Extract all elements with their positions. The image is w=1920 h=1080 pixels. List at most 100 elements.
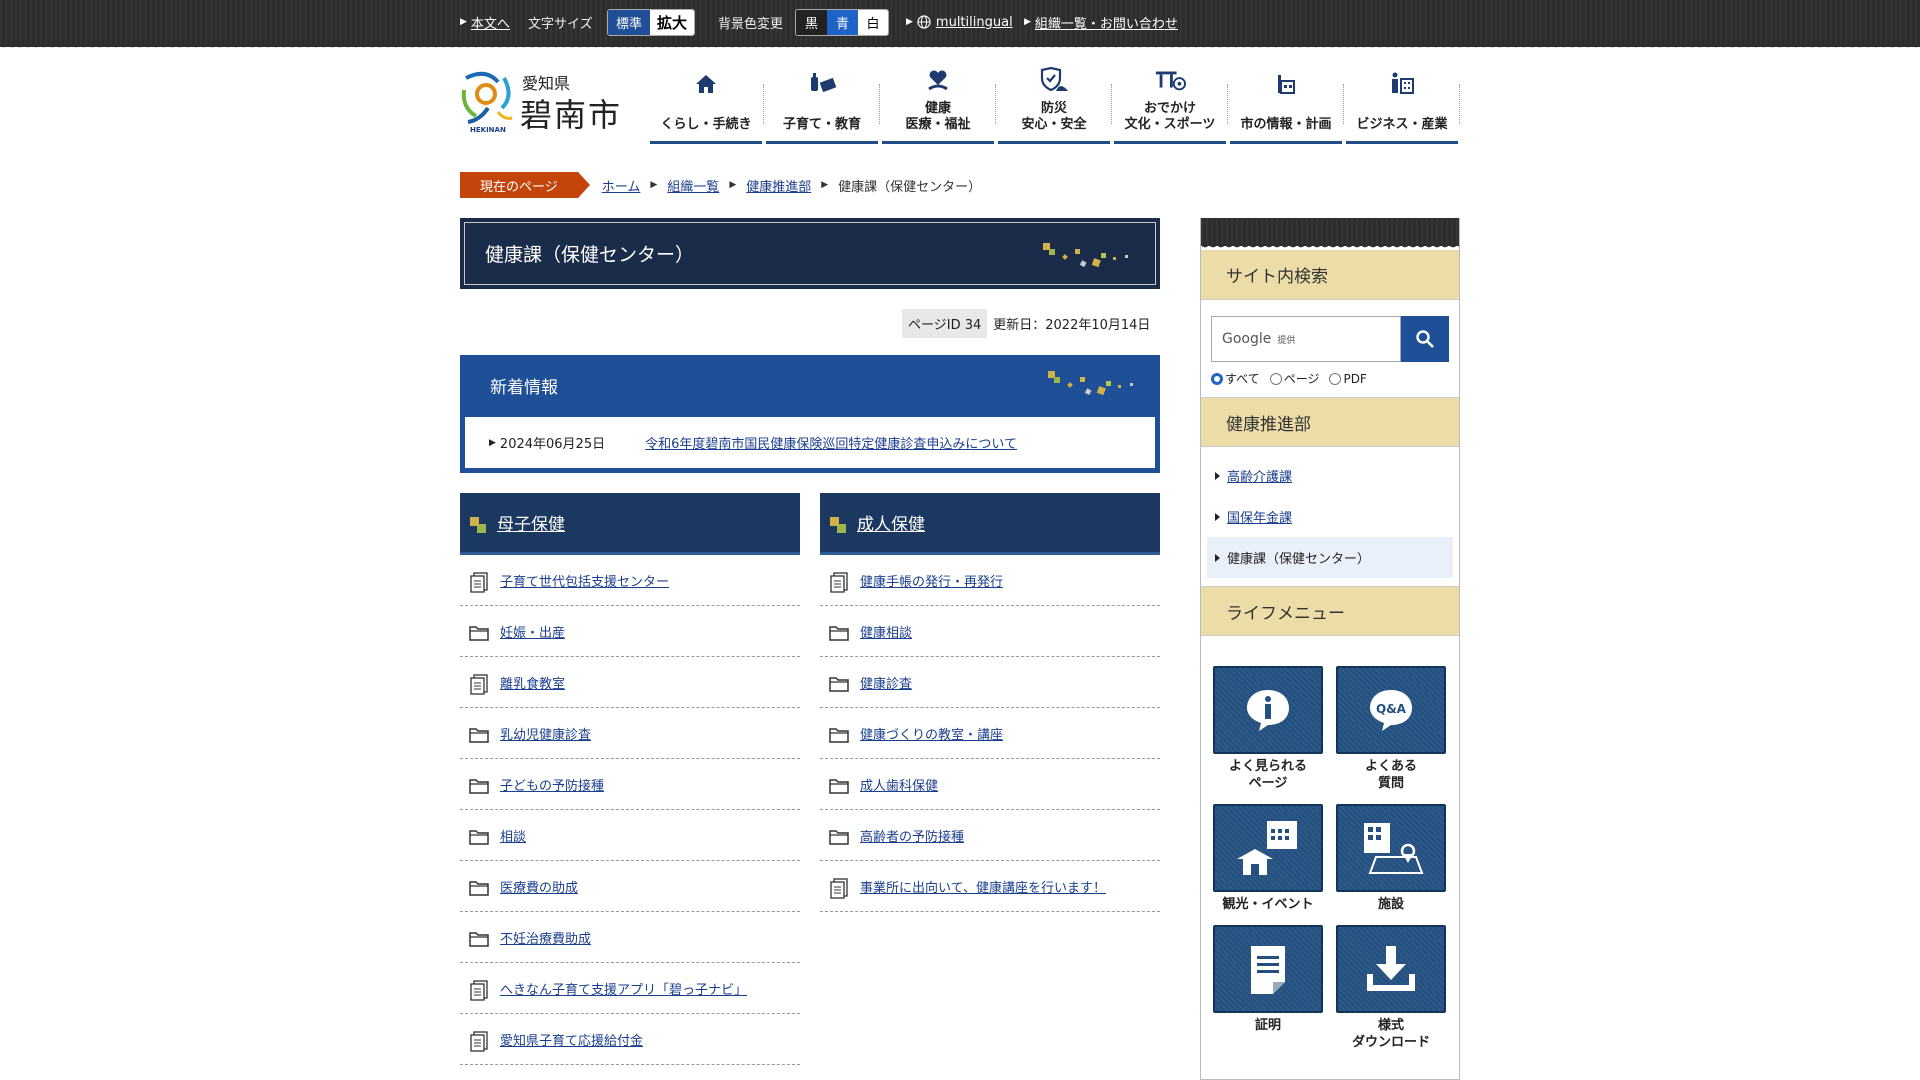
list-item: 不妊治療費助成 bbox=[460, 912, 800, 963]
skip-to-content-link[interactable]: 本文へ bbox=[471, 13, 510, 32]
search-input[interactable]: Google 提供 bbox=[1211, 316, 1401, 362]
list-item-link[interactable]: 子育て世代包括支援センター bbox=[500, 571, 669, 590]
nav-health[interactable]: 健康 医療・福祉 bbox=[882, 68, 996, 144]
page-icon bbox=[470, 1031, 488, 1052]
list-item-link[interactable]: 健康手帳の発行・再発行 bbox=[860, 571, 1003, 590]
news-item: ▶ 2024年06月25日 令和6年度碧南市国民健康保険巡回特定健康診査申込みに… bbox=[465, 417, 1155, 468]
tile-tourism-events[interactable]: 観光・イベント bbox=[1213, 804, 1323, 913]
list-item: 高齢者の予防接種 bbox=[820, 810, 1160, 861]
page-id: ページID 34 bbox=[902, 309, 988, 338]
page-icon bbox=[830, 878, 848, 899]
multilingual-link[interactable]: multilingual bbox=[936, 15, 1013, 30]
search-heading: サイト内検索 bbox=[1201, 250, 1459, 300]
house-icon bbox=[690, 68, 722, 100]
hekinan-emblem-icon bbox=[461, 71, 513, 124]
radio-page[interactable]: ページ bbox=[1269, 370, 1319, 387]
top-utility-bar: ▶ 本文へ 文字サイズ 標準 拡大 背景色変更 黒 青 白 ▶ multilin… bbox=[0, 0, 1920, 50]
folder-icon bbox=[469, 626, 489, 641]
font-size-label: 文字サイズ bbox=[528, 16, 593, 32]
list-item-link[interactable]: 乳幼児健康診査 bbox=[500, 724, 591, 743]
nav-label: 防災 安心・安全 bbox=[1021, 101, 1087, 132]
list-item-link[interactable]: 子どもの予防接種 bbox=[500, 775, 604, 794]
folder-icon bbox=[469, 779, 489, 794]
column-heading-link[interactable]: 母子保健 bbox=[497, 510, 565, 535]
list-item-link[interactable]: 離乳食教室 bbox=[500, 673, 565, 692]
radio-pdf[interactable]: PDF bbox=[1329, 370, 1367, 387]
tile-certificates[interactable]: 証明 bbox=[1213, 925, 1323, 1051]
news-section: 新着情報 ▶ 2024年06月25日 令和6年度碧南市国民健康保険巡回特定健康診… bbox=[460, 355, 1160, 473]
list-item: 子どもの予防接種 bbox=[460, 759, 800, 810]
bg-color-label: 背景色変更 bbox=[718, 16, 784, 32]
font-standard-button[interactable]: 標準 bbox=[608, 9, 650, 35]
folder-icon bbox=[469, 881, 489, 896]
list-item-link[interactable]: 相談 bbox=[500, 826, 526, 845]
list-item: 医療費の助成 bbox=[460, 861, 800, 912]
bottle-book-icon bbox=[806, 68, 838, 100]
list-item-link[interactable]: 愛知県子育て応援給付金 bbox=[500, 1030, 643, 1049]
list-item: 事業所に出向いて、健康講座を行います！ bbox=[820, 861, 1160, 912]
dept-item[interactable]: 国保年金課 bbox=[1207, 496, 1453, 537]
nav-living[interactable]: くらし・手続き bbox=[650, 68, 764, 144]
tile-faq[interactable]: Q&A よくある 質問 bbox=[1336, 666, 1446, 792]
list-item-link[interactable]: 事業所に出向いて、健康講座を行います！ bbox=[860, 877, 1106, 896]
breadcrumb-home[interactable]: ホーム bbox=[602, 176, 641, 195]
dept-item[interactable]: 高齢介護課 bbox=[1207, 455, 1453, 496]
list-item-link[interactable]: 高齢者の予防接種 bbox=[860, 826, 964, 845]
list-item-link[interactable]: 健康診査 bbox=[860, 673, 912, 692]
list-item-link[interactable]: 健康づくりの教室・講座 bbox=[860, 724, 1003, 743]
svg-text:Q&A: Q&A bbox=[1376, 702, 1407, 716]
news-link[interactable]: 令和6年度碧南市国民健康保険巡回特定健康診査申込みについて bbox=[645, 433, 1017, 452]
bg-white-button[interactable]: 白 bbox=[858, 9, 888, 35]
breadcrumb-dept[interactable]: 健康推進部 bbox=[746, 176, 811, 195]
list-item: 成人歯科保健 bbox=[820, 759, 1160, 810]
updated-date: 更新日：2022年10月14日 bbox=[993, 318, 1151, 333]
dept-nav: 高齢介護課 国保年金課 健康課（保健センター） bbox=[1201, 447, 1459, 586]
tile-facilities[interactable]: 施設 bbox=[1336, 804, 1446, 913]
dept-item-current: 健康課（保健センター） bbox=[1207, 537, 1453, 578]
life-menu-grid: よく見られる ページ Q&A よくある 質問 観光・イベント 施設 証明 様式 … bbox=[1201, 636, 1459, 1051]
column-heading-link[interactable]: 成人保健 bbox=[857, 510, 925, 535]
list-item-link[interactable]: 不妊治療費助成 bbox=[500, 928, 591, 947]
tile-popular-pages[interactable]: よく見られる ページ bbox=[1213, 666, 1323, 792]
city-logo[interactable]: HEKINAN 愛知県 碧南市 bbox=[458, 68, 628, 136]
facility-map-icon bbox=[1364, 823, 1424, 874]
logo-roman: HEKINAN bbox=[470, 126, 506, 134]
nav-label: ビジネス・産業 bbox=[1356, 117, 1448, 132]
list-item: 乳幼児健康診査 bbox=[460, 708, 800, 759]
maternal-child-health-column: 母子保健 子育て世代包括支援センター 妊娠・出産離乳食教室乳幼児健康診査 子どもの予… bbox=[460, 493, 800, 1065]
list-item-link[interactable]: 妊娠・出産 bbox=[500, 622, 565, 641]
breadcrumb-current-label: 現在のページ bbox=[460, 172, 590, 198]
info-icon bbox=[1247, 690, 1289, 731]
list-item: 離乳食教室 bbox=[460, 657, 800, 708]
contact-link[interactable]: 組織一覧・お問い合わせ bbox=[1035, 13, 1178, 32]
folder-icon bbox=[469, 830, 489, 845]
nav-safety[interactable]: 防災 安心・安全 bbox=[998, 67, 1112, 144]
list-item-link[interactable]: 成人歯科保健 bbox=[860, 775, 938, 794]
list-item-link[interactable]: 医療費の助成 bbox=[500, 877, 578, 896]
font-large-button[interactable]: 拡大 bbox=[650, 9, 694, 35]
bg-black-button[interactable]: 黒 bbox=[796, 9, 827, 35]
nav-outing[interactable]: おでかけ 文化・スポーツ bbox=[1114, 68, 1228, 144]
list-item: 健康手帳の発行・再発行 bbox=[820, 555, 1160, 606]
nav-city-info[interactable]: 市の情報・計画 bbox=[1230, 68, 1344, 144]
nav-business[interactable]: ビジネス・産業 bbox=[1346, 68, 1460, 144]
page-icon bbox=[830, 572, 848, 593]
list-item-link[interactable]: 健康相談 bbox=[860, 622, 912, 641]
list-item-link[interactable]: へきなん子育て支援アプリ「碧っ子ナビ」 bbox=[500, 979, 747, 998]
breadcrumb: 現在のページ ホーム ▶ 組織一覧 ▶ 健康推進部 ▶ 健康課（保健センター） bbox=[460, 172, 981, 198]
search-button[interactable] bbox=[1401, 316, 1449, 362]
list-item: 愛知県子育て応援給付金 bbox=[460, 1014, 800, 1065]
breadcrumb-org-list[interactable]: 組織一覧 bbox=[667, 176, 719, 195]
nav-label: 市の情報・計画 bbox=[1240, 117, 1332, 132]
nav-childcare[interactable]: 子育て・教育 bbox=[766, 68, 880, 144]
list-item: 健康づくりの教室・講座 bbox=[820, 708, 1160, 759]
breadcrumb-current-page: 健康課（保健センター） bbox=[838, 179, 982, 195]
search-icon bbox=[1416, 330, 1434, 348]
sparkle-decoration-icon bbox=[1043, 243, 1128, 268]
bg-blue-button[interactable]: 青 bbox=[827, 9, 858, 35]
radio-all[interactable]: すべて bbox=[1211, 370, 1260, 387]
tile-form-download[interactable]: 様式 ダウンロード bbox=[1336, 925, 1446, 1051]
global-nav: くらし・手続き 子育て・教育 健康 医療・福祉 防災 安心・安全 おでかけ 文化… bbox=[650, 67, 1462, 144]
folder-icon bbox=[829, 626, 849, 641]
folder-icon bbox=[469, 728, 489, 743]
